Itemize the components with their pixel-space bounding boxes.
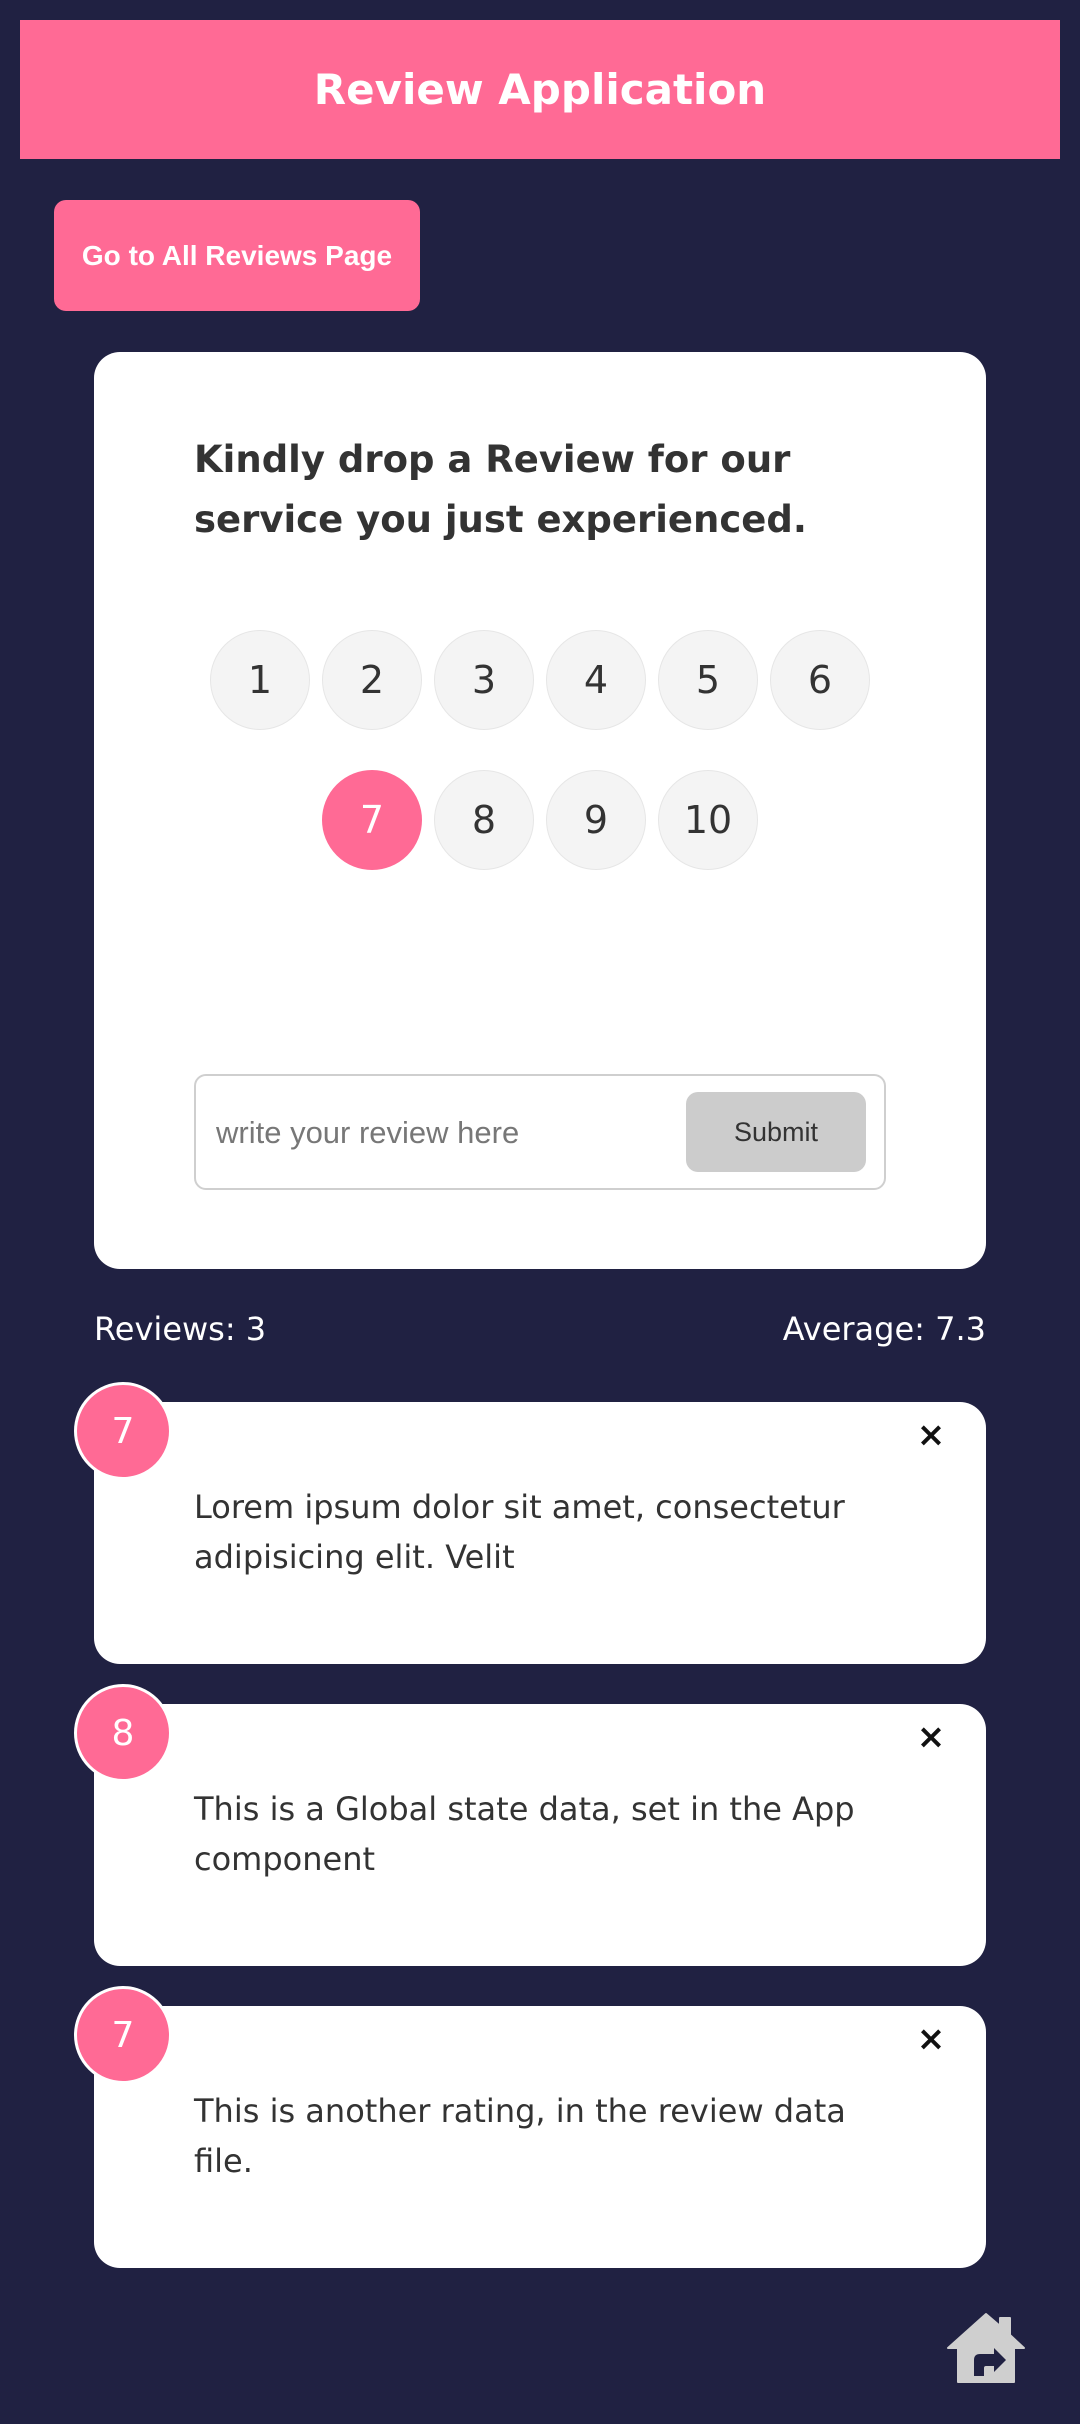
review-text: This is another rating, in the review da… [194,2092,846,2180]
review-rating-badge: 7 [74,1986,172,2084]
rating-option-8[interactable]: 8 [434,770,534,870]
review-input-group: Submit [194,1074,886,1190]
review-item: 8 × This is a Global state data, set in … [74,1684,986,1966]
review-text: Lorem ipsum dolor sit amet, consectetur … [194,1488,845,1576]
review-form-title: Kindly drop a Review for our service you… [194,438,807,541]
rating-option-9[interactable]: 9 [546,770,646,870]
review-rating-badge: 8 [74,1684,172,1782]
rating-option-5[interactable]: 5 [658,630,758,730]
rating-option-3[interactable]: 3 [434,630,534,730]
reviews-count: Reviews: 3 [94,1310,267,1348]
review-item: 7 × This is another rating, in the revie… [74,1986,986,2268]
rating-option-4[interactable]: 4 [546,630,646,730]
rating-option-1[interactable]: 1 [210,630,310,730]
review-stats: Reviews: 3 Average: 7.3 [94,1310,986,1360]
rating-option-6[interactable]: 6 [770,630,870,730]
close-icon[interactable]: × [916,1418,946,1452]
rating-option-10[interactable]: 10 [658,770,758,870]
submit-button[interactable]: Submit [686,1092,866,1172]
close-icon[interactable]: × [916,2022,946,2056]
review-item: 7 × Lorem ipsum dolor sit amet, consecte… [74,1382,986,1664]
review-text: This is a Global state data, set in the … [194,1790,855,1878]
home-icon[interactable] [944,2310,1028,2386]
rating-option-2[interactable]: 2 [322,630,422,730]
all-reviews-button[interactable]: Go to All Reviews Page [54,200,420,311]
app-header: Review Application [20,20,1060,159]
reviews-average: Average: 7.3 [782,1310,986,1348]
app-title: Review Application [313,65,767,114]
review-rating-badge: 7 [74,1382,172,1480]
review-input[interactable] [216,1106,656,1160]
review-form-card: Kindly drop a Review for our service you… [94,352,986,1269]
close-icon[interactable]: × [916,1720,946,1754]
rating-option-7[interactable]: 7 [322,770,422,870]
